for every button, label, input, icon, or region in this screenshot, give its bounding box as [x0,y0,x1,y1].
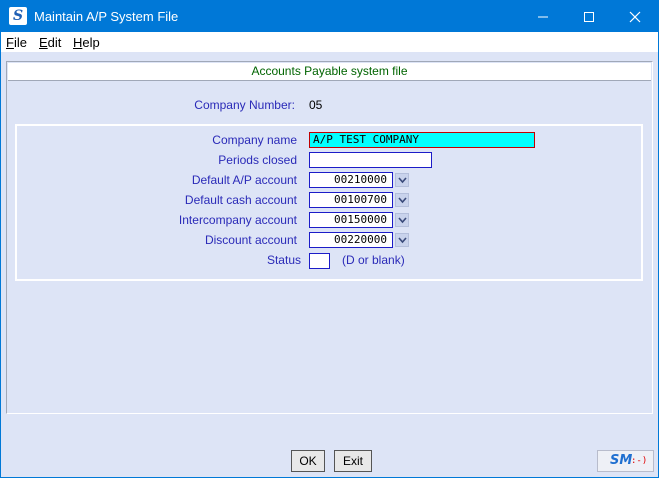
company-number-value: 05 [309,98,323,112]
sm-logo-button[interactable]: SM :-) [597,450,654,472]
sm-logo-text: SM [610,453,633,468]
default-cash-account-field[interactable]: 00100700 [309,192,393,208]
status-label: Status [266,253,301,267]
app-window: S Maintain A/P System File File Edit Hel… [0,0,659,478]
chevron-down-icon [398,237,407,244]
default-cash-account-label: Default cash account [184,193,297,207]
periods-closed-label: Periods closed [218,153,297,167]
default-ap-account-label: Default A/P account [191,173,297,187]
intercompany-account-field[interactable]: 00150000 [309,212,393,228]
status-field[interactable] [309,253,330,269]
title-bar[interactable]: S Maintain A/P System File [1,1,658,32]
menu-edit[interactable]: Edit [39,35,61,50]
chevron-down-icon [398,197,407,204]
chevron-down-icon [398,177,407,184]
chevron-down-icon [398,217,407,224]
smiley-icon: :-) [631,456,648,466]
close-button[interactable] [612,1,658,32]
menu-bar: File Edit Help [1,32,658,52]
menu-file[interactable]: File [6,35,27,50]
intercompany-account-dropdown[interactable] [395,213,409,227]
periods-closed-field[interactable] [309,152,432,168]
company-name-field[interactable]: A/P TEST COMPANY [309,132,535,148]
menu-file-mnemonic: F [6,35,14,50]
menu-help-label: elp [82,35,100,50]
close-icon [629,11,641,23]
panel-header: Accounts Payable system file [8,63,651,81]
default-cash-account-dropdown[interactable] [395,193,409,207]
intercompany-account-label: Intercompany account [178,213,297,227]
discount-account-dropdown[interactable] [395,233,409,247]
company-name-label: Company name [212,133,297,147]
maximize-icon [584,12,594,22]
discount-account-field[interactable]: 00220000 [309,232,393,248]
default-ap-account-dropdown[interactable] [395,173,409,187]
menu-file-label: ile [13,35,27,50]
maximize-button[interactable] [566,1,612,32]
app-logo-icon: S [9,7,27,25]
menu-help[interactable]: Help [73,35,100,50]
menu-help-mnemonic: H [73,35,83,50]
default-ap-account-field[interactable]: 00210000 [309,172,393,188]
window-title: Maintain A/P System File [34,9,179,24]
minimize-icon [538,16,548,18]
menu-edit-label: dit [47,35,62,50]
company-number-label: Company Number: [194,98,295,112]
ok-button[interactable]: OK [291,450,325,472]
menu-edit-mnemonic: E [39,35,48,50]
discount-account-label: Discount account [204,233,297,247]
status-hint: (D or blank) [342,253,405,267]
minimize-button[interactable] [520,1,566,32]
exit-button[interactable]: Exit [334,450,372,472]
